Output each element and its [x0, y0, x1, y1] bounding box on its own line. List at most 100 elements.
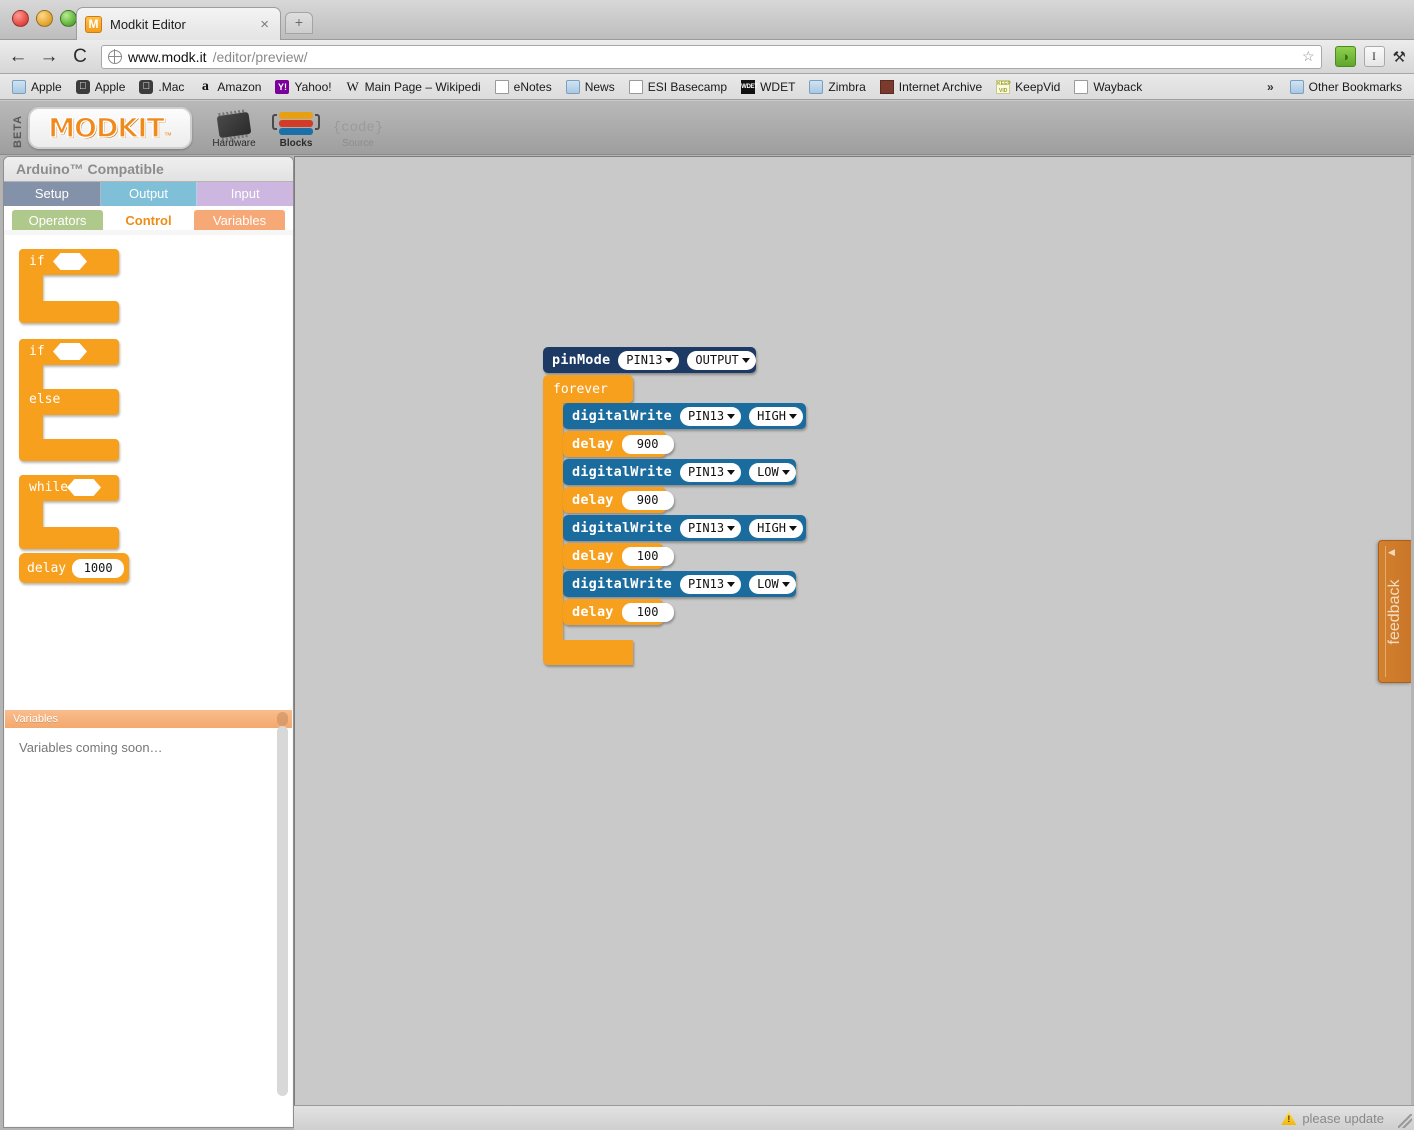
- bookmark-item[interactable]: WDET WDET: [735, 78, 801, 96]
- palette-delay-block[interactable]: delay 1000: [19, 553, 129, 583]
- tab-control[interactable]: Control: [103, 210, 194, 230]
- bookmark-item[interactable]: News: [560, 78, 621, 96]
- logo-text: MODKIT: [47, 112, 165, 144]
- mode-source-button[interactable]: {code} Source: [329, 105, 387, 151]
- url-host: www.modk.it: [128, 48, 207, 65]
- chevron-down-icon: [781, 469, 790, 475]
- digitalWrite-block[interactable]: digitalWrite PIN13 LOW: [563, 571, 796, 597]
- tab-output[interactable]: Output: [100, 182, 198, 206]
- tab-operators[interactable]: Operators: [12, 210, 103, 230]
- document-icon: [494, 79, 509, 94]
- new-tab-button[interactable]: +: [285, 12, 313, 34]
- feedback-arrow-icon: ◀: [1388, 547, 1395, 557]
- bookmark-item[interactable]: eNotes: [489, 78, 558, 96]
- bookmark-item[interactable]: ESI Basecamp: [623, 78, 733, 96]
- code-icon: {code}: [332, 120, 384, 136]
- bookmark-item[interactable]: Zimbra: [803, 78, 871, 96]
- bookmark-item[interactable]: Apple: [6, 78, 68, 96]
- forward-icon[interactable]: →: [39, 47, 59, 66]
- browser-tab[interactable]: M Modkit Editor ×: [76, 7, 281, 40]
- delay-block[interactable]: delay 100: [563, 599, 674, 625]
- block-label: delay: [572, 436, 614, 452]
- palette-delay-value[interactable]: 1000: [72, 558, 125, 578]
- block-canvas[interactable]: pinMode PIN13 OUTPUT forever digitalWrit…: [294, 156, 1411, 1128]
- scrollbar-thumb[interactable]: [277, 712, 288, 726]
- tab-setup[interactable]: Setup: [4, 182, 101, 206]
- value-dropdown[interactable]: LOW: [749, 574, 796, 594]
- folder-icon: [809, 79, 824, 94]
- pin-dropdown[interactable]: PIN13: [679, 518, 742, 538]
- status-text[interactable]: please update: [1302, 1111, 1384, 1126]
- delay-value-input[interactable]: 100: [621, 602, 674, 622]
- mode-hardware-button[interactable]: Hardware: [205, 105, 263, 151]
- apple-icon: : [75, 79, 90, 94]
- wrench-icon[interactable]: ⚒: [1393, 48, 1406, 66]
- close-icon[interactable]: ×: [260, 16, 272, 33]
- bookmark-label: KeepVid: [1015, 79, 1061, 94]
- bookmark-label: Amazon: [217, 79, 262, 94]
- bookmark-item[interactable]: W Main Page – Wikipedi: [340, 78, 487, 96]
- window-minimize-button[interactable]: [36, 10, 53, 27]
- bookmark-label: Apple: [31, 79, 62, 94]
- pinMode-block[interactable]: pinMode PIN13 OUTPUT: [543, 347, 756, 373]
- bookmark-item[interactable]: Y! Yahoo!: [269, 78, 337, 96]
- tab-variables[interactable]: Variables: [194, 210, 285, 230]
- folder-icon: [565, 79, 580, 94]
- back-icon[interactable]: ←: [8, 47, 28, 66]
- sidebar-header: Arduino™ Compatible: [4, 157, 293, 182]
- wdet-icon: WDET: [741, 79, 758, 94]
- logo-trademark: ™: [163, 131, 172, 140]
- chevron-down-icon: [781, 581, 790, 587]
- delay-block[interactable]: delay 900: [563, 431, 674, 457]
- script-stack[interactable]: pinMode PIN13 OUTPUT forever digitalWrit…: [543, 347, 843, 665]
- evernote-icon[interactable]: ◑: [1334, 46, 1356, 67]
- bookmark-item[interactable]: a Amazon: [192, 78, 267, 96]
- chevron-down-icon: [665, 357, 674, 363]
- pin-dropdown[interactable]: PIN13: [679, 462, 742, 482]
- feedback-tab[interactable]: ◀ feedback: [1378, 540, 1411, 683]
- blocks-icon: [272, 112, 320, 136]
- url-path: /editor/preview/: [212, 48, 308, 65]
- resize-grip[interactable]: [1398, 1114, 1412, 1128]
- bookmark-star-icon[interactable]: ☆: [1302, 48, 1315, 65]
- delay-block[interactable]: delay 900: [563, 487, 674, 513]
- reload-icon[interactable]: C: [70, 47, 90, 66]
- pin-dropdown[interactable]: PIN13: [679, 406, 742, 426]
- dropdown-value: HIGH: [757, 409, 786, 423]
- scrollbar-track[interactable]: [277, 726, 288, 1096]
- mode-dropdown[interactable]: OUTPUT: [687, 350, 756, 370]
- digitalWrite-block[interactable]: digitalWrite PIN13 HIGH: [563, 403, 806, 429]
- bookmark-item[interactable]: Wayback: [1068, 78, 1148, 96]
- forever-body: digitalWrite PIN13 HIGH delay 900 digita…: [543, 375, 843, 625]
- address-bar[interactable]: www.modk.it /editor/preview/ ☆: [101, 44, 1322, 69]
- bookmark-item[interactable]: KEEP VID KeepVid: [990, 78, 1066, 96]
- window-maximize-button[interactable]: [60, 10, 77, 27]
- pin-dropdown[interactable]: PIN13: [679, 574, 742, 594]
- delay-value-input[interactable]: 900: [621, 490, 674, 510]
- value-dropdown[interactable]: HIGH: [749, 406, 803, 426]
- text-extension-icon[interactable]: I: [1363, 46, 1385, 67]
- window-close-button[interactable]: [12, 10, 29, 27]
- tab-input[interactable]: Input: [197, 182, 293, 206]
- bookmark-item[interactable]: Internet Archive: [874, 78, 988, 96]
- mode-blocks-button[interactable]: Blocks: [267, 105, 325, 151]
- variables-scrollbar[interactable]: [275, 712, 288, 1104]
- chevron-down-icon: [741, 357, 750, 363]
- pin-dropdown[interactable]: PIN13: [618, 350, 680, 370]
- delay-value-input[interactable]: 100: [621, 546, 674, 566]
- bookmark-item[interactable]:  .Mac: [133, 78, 190, 96]
- bookmark-item[interactable]:  Apple: [70, 78, 132, 96]
- sidebar-top-tabs: Setup Output Input: [4, 182, 293, 206]
- value-dropdown[interactable]: HIGH: [749, 518, 803, 538]
- bookmarks-overflow-icon[interactable]: »: [1259, 80, 1282, 94]
- bookmark-label: Main Page – Wikipedi: [364, 79, 481, 94]
- forever-block[interactable]: forever digitalWrite PIN13 HIGH delay 90…: [543, 375, 843, 665]
- delay-block[interactable]: delay 100: [563, 543, 674, 569]
- digitalWrite-block[interactable]: digitalWrite PIN13 LOW: [563, 459, 796, 485]
- other-bookmarks-folder[interactable]: Other Bookmarks: [1284, 78, 1408, 96]
- browser-window: M Modkit Editor × + ← → C www.modk.it /e…: [0, 0, 1414, 1130]
- keepvid-icon: KEEP VID: [996, 79, 1011, 94]
- digitalWrite-block[interactable]: digitalWrite PIN13 HIGH: [563, 515, 806, 541]
- value-dropdown[interactable]: LOW: [749, 462, 796, 482]
- delay-value-input[interactable]: 900: [621, 434, 674, 454]
